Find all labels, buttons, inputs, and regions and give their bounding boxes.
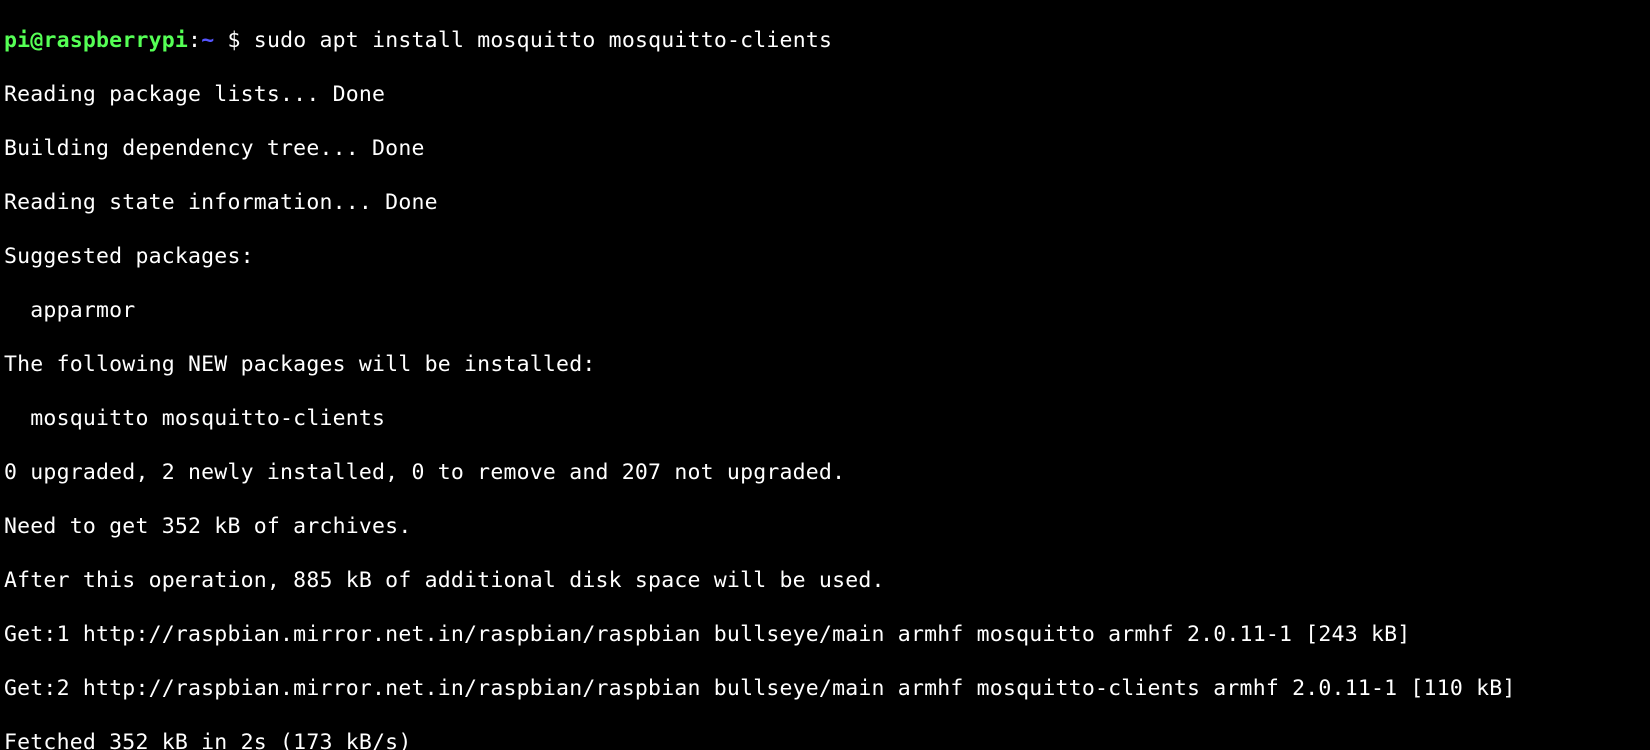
output-line: Get:1 http://raspbian.mirror.net.in/rasp…	[4, 621, 1646, 648]
prompt-dollar: $	[214, 28, 253, 53]
output-line: The following NEW packages will be insta…	[4, 351, 1646, 378]
prompt-at: @	[30, 28, 43, 53]
output-line: Reading package lists... Done	[4, 81, 1646, 108]
output-line: Get:2 http://raspbian.mirror.net.in/rasp…	[4, 675, 1646, 702]
output-line: Building dependency tree... Done	[4, 135, 1646, 162]
prompt-host: raspberrypi	[43, 28, 188, 53]
output-line: Need to get 352 kB of archives.	[4, 513, 1646, 540]
output-line: apparmor	[4, 297, 1646, 324]
prompt-path: ~	[201, 28, 214, 53]
output-line: Reading state information... Done	[4, 189, 1646, 216]
output-line: Suggested packages:	[4, 243, 1646, 270]
prompt-sep: :	[188, 28, 201, 53]
command-text: sudo apt install mosquitto mosquitto-cli…	[254, 28, 832, 53]
prompt-user: pi	[4, 28, 30, 53]
output-line: After this operation, 885 kB of addition…	[4, 567, 1646, 594]
terminal-window[interactable]: pi@raspberrypi:~ $ sudo apt install mosq…	[0, 0, 1650, 750]
output-line: 0 upgraded, 2 newly installed, 0 to remo…	[4, 459, 1646, 486]
output-line: mosquitto mosquitto-clients	[4, 405, 1646, 432]
output-line: Fetched 352 kB in 2s (173 kB/s)	[4, 729, 1646, 750]
terminal-line-prompt-1: pi@raspberrypi:~ $ sudo apt install mosq…	[4, 27, 1646, 54]
